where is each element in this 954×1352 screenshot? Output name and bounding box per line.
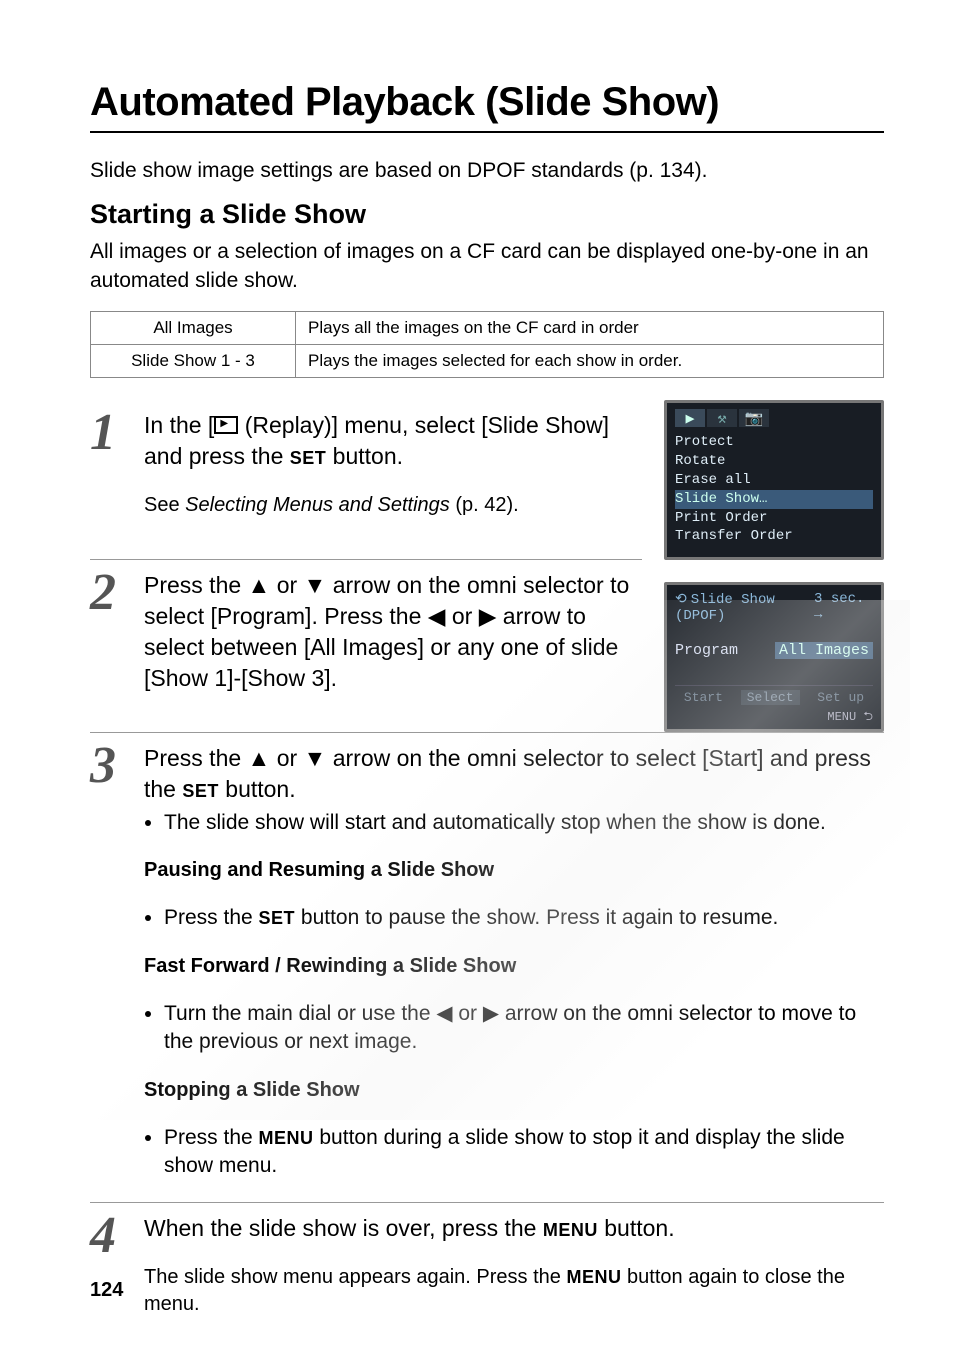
down-arrow-icon: ▼ (304, 572, 327, 598)
camera-menu-screenshot-2: ⟲Slide Show (DPOF) 3 sec. → Program All … (664, 582, 884, 732)
camera-menu-list: Protect Rotate Erase all Slide Show… Pri… (675, 433, 873, 546)
options-table: All Images Plays all the images on the C… (90, 311, 884, 378)
step-number: 3 (90, 743, 126, 790)
menu-item-selected: Slide Show… (675, 490, 873, 509)
intro-paragraph: Slide show image settings are based on D… (90, 157, 884, 185)
dpof-footer-start: Start (684, 690, 723, 705)
dpof-header-left: Slide Show (DPOF) (675, 592, 775, 624)
table-row: All Images Plays all the images on the C… (91, 312, 884, 345)
down-arrow-icon: ▼ (304, 745, 327, 771)
sub-heading: Pausing and Resuming a Slide Show (144, 857, 884, 884)
up-arrow-icon: ▲ (248, 572, 271, 598)
right-arrow-icon: ▶ (483, 1002, 499, 1025)
bullet-item: The slide show will start and automatica… (164, 809, 884, 837)
dpof-menu-hint: MENU ⮌ (675, 707, 873, 728)
dpof-footer-setup: Set up (817, 690, 864, 705)
dpof-all-images-value: All Images (775, 642, 873, 659)
step-3: 3 Press the ▲ or ▼ arrow on the omni sel… (90, 732, 884, 1182)
step-lead: In the [ (Replay)] menu, select [Slide S… (144, 410, 642, 472)
option-desc: Plays the images selected for each show … (296, 345, 884, 378)
step-lead: When the slide show is over, press the M… (144, 1213, 884, 1244)
dpof-header-right: 3 sec. → (814, 591, 873, 624)
setup-tab-icon: ⚒ (707, 409, 737, 427)
option-desc: Plays all the images on the CF card in o… (296, 312, 884, 345)
set-button-label: SET (182, 781, 219, 801)
sub-heading: Fast Forward / Rewinding a Slide Show (144, 953, 884, 980)
table-row: Slide Show 1 - 3 Plays the images select… (91, 345, 884, 378)
camera-menu-screenshot-1: ▶ ⚒ 📷 Protect Rotate Erase all Slide Sho… (664, 400, 884, 560)
left-arrow-icon: ◀ (436, 1002, 452, 1025)
step-number: 4 (90, 1213, 126, 1260)
bullet-item: Press the SET button to pause the show. … (164, 904, 884, 932)
menu-item: Erase all (675, 471, 873, 490)
mycamera-tab-icon: 📷 (739, 409, 769, 427)
right-arrow-icon: ▶ (479, 603, 497, 629)
menu-button-label: MENU (543, 1220, 598, 1240)
option-label: Slide Show 1 - 3 (91, 345, 296, 378)
menu-item: Transfer Order (675, 527, 873, 546)
step-subtext: The slide show menu appears again. Press… (144, 1264, 884, 1318)
step-2: 2 Press the ▲ or ▼ arrow on the omni sel… (90, 559, 642, 698)
replay-tab-icon: ▶ (675, 409, 705, 427)
step-4: 4 When the slide show is over, press the… (90, 1202, 884, 1338)
set-button-label: SET (259, 908, 296, 928)
step-lead: Press the ▲ or ▼ arrow on the omni selec… (144, 743, 884, 805)
menu-button-label: MENU (566, 1267, 621, 1287)
step-lead: Press the ▲ or ▼ arrow on the omni selec… (144, 570, 642, 694)
menu-item: Protect (675, 433, 873, 452)
sub-heading: Stopping a Slide Show (144, 1077, 884, 1104)
bullet-item: Press the MENU button during a slide sho… (164, 1124, 884, 1181)
up-arrow-icon: ▲ (248, 745, 271, 771)
step-1: 1 In the [ (Replay)] menu, select [Slide… (90, 400, 642, 539)
section-body: All images or a selection of images on a… (90, 238, 884, 295)
playback-dpof-icon: ⟲ (675, 592, 687, 608)
step-number: 2 (90, 570, 126, 617)
menu-item: Print Order (675, 509, 873, 528)
option-label: All Images (91, 312, 296, 345)
page-title: Automated Playback (Slide Show) (90, 80, 884, 125)
menu-item: Rotate (675, 452, 873, 471)
section-heading: Starting a Slide Show (90, 199, 884, 230)
set-button-label: SET (290, 448, 327, 468)
step-number: 1 (90, 410, 126, 457)
page-number: 124 (90, 1279, 123, 1302)
menu-button-label: MENU (259, 1128, 314, 1148)
dpof-program-label: Program (675, 642, 738, 659)
left-arrow-icon: ◀ (428, 603, 446, 629)
step-subtext: See Selecting Menus and Settings (p. 42)… (144, 492, 642, 519)
dpof-footer-select: Select (741, 690, 800, 705)
bullet-item: Turn the main dial or use the ◀ or ▶ arr… (164, 1000, 884, 1057)
title-underline (90, 131, 884, 133)
replay-icon (214, 416, 238, 434)
